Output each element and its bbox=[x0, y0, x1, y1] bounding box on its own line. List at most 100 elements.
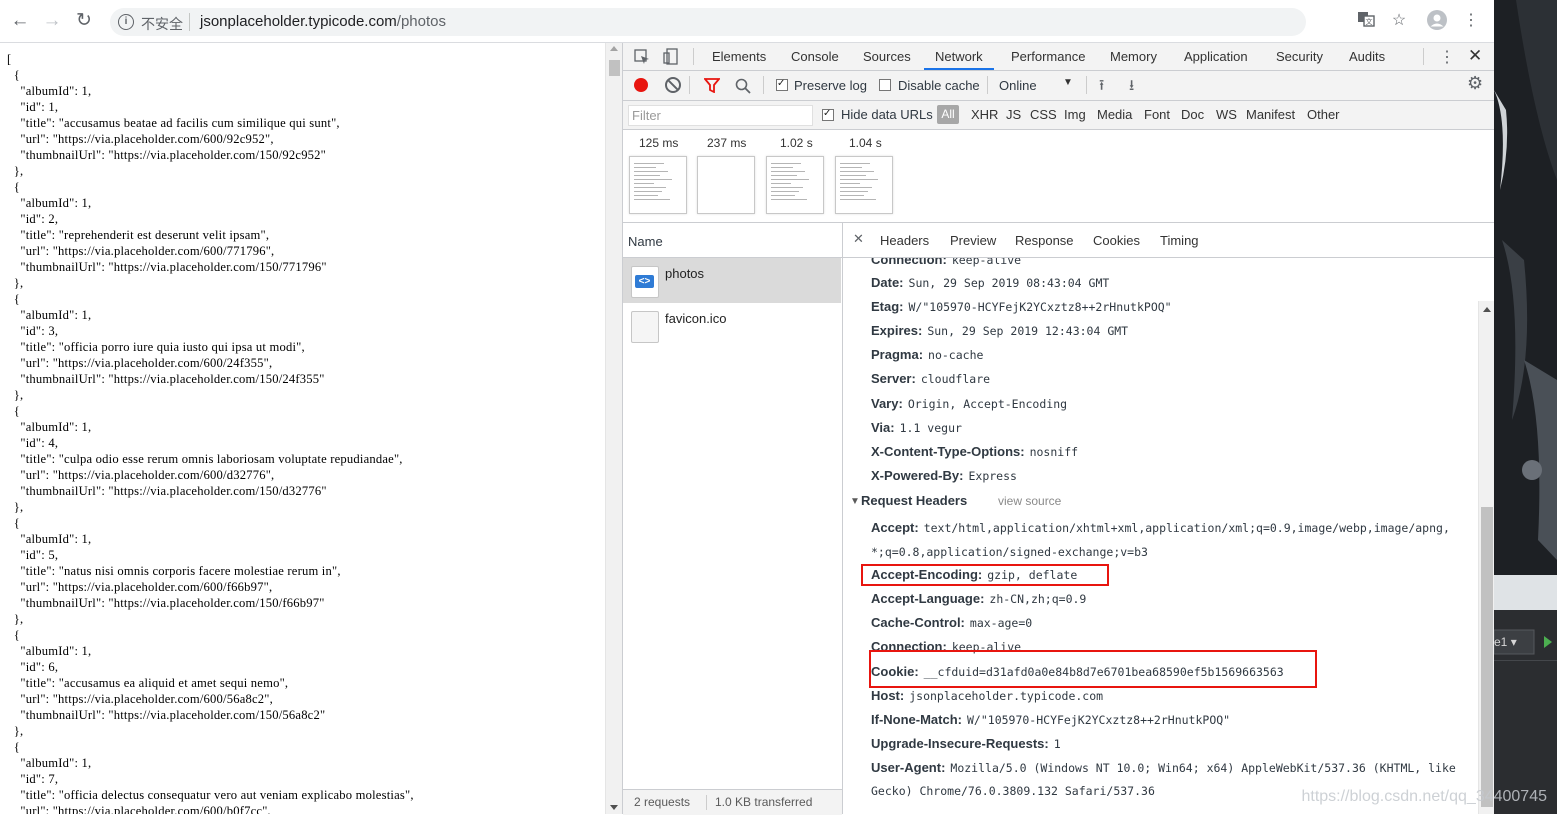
page-scrollbar[interactable] bbox=[605, 43, 623, 814]
search-icon[interactable] bbox=[735, 78, 751, 97]
record-icon[interactable] bbox=[634, 78, 648, 92]
filmstrip-frame[interactable] bbox=[835, 156, 893, 214]
request-header-row: Host: jsonplaceholder.typicode.com bbox=[871, 688, 1104, 703]
response-header-row: X-Powered-By: Express bbox=[871, 468, 1017, 483]
run-config-label[interactable]: e1 ▾ bbox=[1494, 635, 1517, 649]
inspect-element-icon[interactable] bbox=[634, 49, 649, 64]
request-header-row: If-None-Match: W/"105970-HCYFejK2YCxztz8+… bbox=[871, 712, 1231, 727]
response-header-row: Via: 1.1 vegur bbox=[871, 420, 962, 435]
import-har-icon[interactable]: ⭱ bbox=[1099, 75, 1104, 100]
tab-divider bbox=[1423, 48, 1424, 65]
type-filter-media[interactable]: Media bbox=[1097, 107, 1132, 122]
tab-cookies[interactable]: Cookies bbox=[1093, 233, 1140, 248]
network-controls-bar: Preserve log Disable cache Online ▼ ⭱ ⭳ … bbox=[623, 71, 1495, 101]
address-bar[interactable]: i 不安全 jsonplaceholder.typicode.com/photo… bbox=[110, 8, 1306, 36]
bookmark-star-icon[interactable]: ☆ bbox=[1388, 10, 1410, 32]
tab-elements[interactable]: Elements bbox=[712, 43, 766, 70]
tab-audits[interactable]: Audits bbox=[1349, 43, 1385, 70]
tab-timing[interactable]: Timing bbox=[1160, 233, 1199, 248]
request-header-row: Accept: text/html,application/xhtml+xml,a… bbox=[871, 520, 1450, 535]
type-filter-manifest[interactable]: Manifest bbox=[1246, 107, 1295, 122]
tab-performance[interactable]: Performance bbox=[1011, 43, 1085, 70]
preserve-log-checkbox[interactable] bbox=[776, 79, 788, 91]
scroll-up-arrow-icon[interactable] bbox=[610, 46, 618, 51]
name-column-header[interactable]: Name bbox=[623, 223, 842, 258]
response-header-row: Pragma: no-cache bbox=[871, 347, 984, 362]
request-detail-panel: ✕ Headers Preview Response Cookies Timin… bbox=[843, 223, 1496, 814]
close-detail-icon[interactable]: ✕ bbox=[853, 231, 864, 247]
request-count: 2 requests bbox=[634, 795, 691, 809]
disable-cache-label: Disable cache bbox=[898, 78, 980, 93]
wallpaper-image bbox=[1494, 0, 1557, 814]
device-toolbar-icon[interactable] bbox=[663, 48, 679, 65]
type-filter-all[interactable]: All bbox=[937, 105, 959, 124]
close-devtools-icon[interactable]: ✕ bbox=[1468, 46, 1482, 66]
menu-dots-icon[interactable]: ⋮ bbox=[1460, 10, 1482, 32]
tab-response[interactable]: Response bbox=[1015, 233, 1074, 248]
tab-console[interactable]: Console bbox=[791, 43, 839, 70]
request-name: favicon.ico bbox=[665, 311, 727, 326]
disable-cache-checkbox[interactable] bbox=[879, 79, 891, 91]
watermark-text: https://blog.csdn.net/qq_34400745 bbox=[1301, 788, 1547, 805]
export-har-icon[interactable]: ⭳ bbox=[1129, 75, 1134, 100]
clear-icon[interactable] bbox=[665, 77, 681, 93]
request-row-favicon[interactable]: favicon.ico bbox=[623, 303, 841, 348]
tab-network[interactable]: Network bbox=[924, 43, 994, 70]
forward-arrow-icon[interactable]: → bbox=[40, 9, 64, 33]
response-header-row: Vary: Origin, Accept-Encoding bbox=[871, 396, 1068, 411]
request-row-photos[interactable]: <> photos bbox=[623, 258, 841, 303]
request-headers-title[interactable]: Request Headers bbox=[861, 493, 967, 508]
tab-divider bbox=[693, 48, 694, 65]
filter-funnel-icon[interactable] bbox=[703, 78, 721, 96]
translate-icon[interactable]: 文 bbox=[1355, 10, 1377, 32]
tab-memory[interactable]: Memory bbox=[1110, 43, 1157, 70]
filter-input[interactable]: Filter bbox=[628, 105, 813, 126]
throttling-select[interactable]: Online bbox=[999, 78, 1037, 93]
type-filter-img[interactable]: Img bbox=[1064, 107, 1086, 122]
filmstrip-frame[interactable] bbox=[697, 156, 755, 214]
network-summary-bar: 2 requests 1.0 KB transferred bbox=[623, 789, 842, 815]
type-filter-xhr[interactable]: XHR bbox=[971, 107, 998, 122]
type-filter-doc[interactable]: Doc bbox=[1181, 107, 1204, 122]
url-text[interactable]: jsonplaceholder.typicode.com/photos bbox=[200, 13, 446, 30]
response-header-row: Connection: keep-alive bbox=[871, 258, 1022, 267]
collapse-triangle-icon[interactable]: ▼ bbox=[850, 496, 860, 507]
network-filter-bar: Filter Hide data URLs All XHR JS CSS Img… bbox=[623, 101, 1495, 130]
highlight-box-cookie bbox=[869, 650, 1317, 688]
scroll-down-arrow-icon[interactable] bbox=[610, 805, 618, 810]
type-filter-css[interactable]: CSS bbox=[1030, 107, 1057, 122]
screenshot-filmstrip: 125 ms 237 ms 1.02 s 1.04 s bbox=[623, 130, 1495, 223]
type-filter-font[interactable]: Font bbox=[1144, 107, 1170, 122]
type-filter-other[interactable]: Other bbox=[1307, 107, 1340, 122]
response-header-row: X-Content-Type-Options: nosniff bbox=[871, 444, 1079, 459]
profile-avatar-icon[interactable] bbox=[1426, 10, 1448, 32]
devtools-panel: Elements Console Sources Network Perform… bbox=[622, 43, 1496, 815]
page-scroll-thumb[interactable] bbox=[609, 60, 620, 76]
tab-application[interactable]: Application bbox=[1184, 43, 1248, 70]
hide-data-urls-checkbox[interactable] bbox=[822, 109, 834, 121]
type-filter-ws[interactable]: WS bbox=[1216, 107, 1237, 122]
filmstrip-frame[interactable] bbox=[766, 156, 824, 214]
tab-sources[interactable]: Sources bbox=[863, 43, 911, 70]
back-arrow-icon[interactable]: ← bbox=[8, 9, 32, 33]
type-filter-js[interactable]: JS bbox=[1006, 107, 1021, 122]
info-icon[interactable]: i bbox=[118, 14, 134, 30]
view-source-link[interactable]: view source bbox=[998, 494, 1061, 508]
request-list: Name <> photos favicon.ico 2 requests 1.… bbox=[623, 223, 843, 815]
settings-gear-icon[interactable]: ⚙ bbox=[1467, 73, 1483, 94]
svg-text:文: 文 bbox=[1366, 17, 1373, 26]
reload-icon[interactable]: ↻ bbox=[72, 9, 96, 33]
tab-preview[interactable]: Preview bbox=[950, 233, 996, 248]
summary-divider bbox=[706, 795, 707, 810]
detail-scroll-thumb[interactable] bbox=[1481, 507, 1493, 807]
scroll-up-arrow-icon[interactable] bbox=[1483, 307, 1491, 312]
tab-security[interactable]: Security bbox=[1276, 43, 1323, 70]
tab-headers[interactable]: Headers bbox=[880, 233, 929, 248]
preserve-log-label: Preserve log bbox=[794, 78, 867, 93]
throttling-dropdown-icon[interactable]: ▼ bbox=[1063, 77, 1073, 88]
headers-content: Connection: keep-alive Date: Sun, 29 Sep 2… bbox=[843, 258, 1478, 814]
request-header-row: *;q=0.8,application/signed-exchange;v=b3 bbox=[871, 545, 1148, 559]
devtools-menu-icon[interactable]: ⋮ bbox=[1439, 47, 1455, 67]
filmstrip-frame[interactable] bbox=[629, 156, 687, 214]
frame-time: 1.04 s bbox=[849, 136, 882, 150]
